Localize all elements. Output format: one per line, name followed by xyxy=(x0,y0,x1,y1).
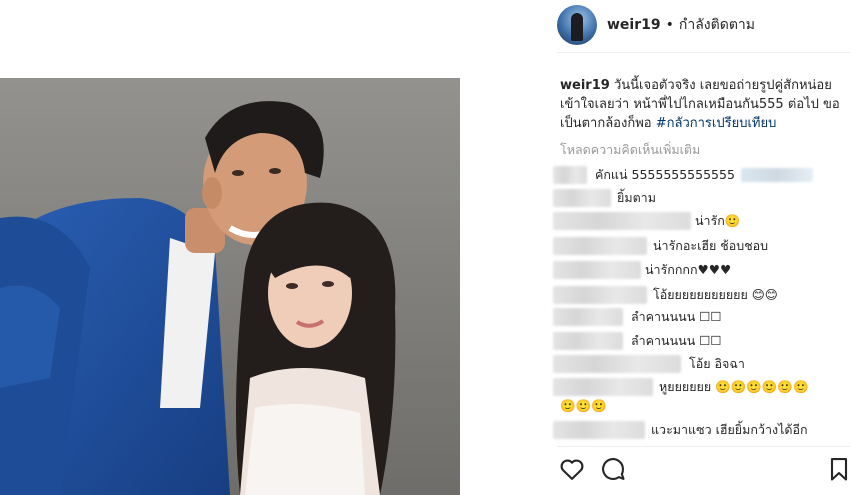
redacted-username xyxy=(553,237,647,255)
header-separator: • xyxy=(665,17,674,33)
comment-text: น่ารัก🙂 xyxy=(695,213,741,228)
comment-text: หูยยยยยย 🙂🙂🙂🙂🙂🙂 xyxy=(659,379,809,394)
comment-text: น่ารักอะเฮีย ช้อบชอบ xyxy=(653,238,769,253)
redacted-mention xyxy=(740,168,813,182)
comment-item: หูยยยยยย 🙂🙂🙂🙂🙂🙂 xyxy=(553,377,809,397)
comment-text: ลำคานนนน ☐☐ xyxy=(631,309,722,324)
comment-item: น่ารักกกก♥♥♥ xyxy=(553,260,731,280)
post-actions xyxy=(557,455,850,491)
comment-text: คักแน่ 5555555555555 xyxy=(595,167,735,182)
header-divider xyxy=(557,52,850,53)
comment-text: โอ้ยยยยยยยยยยย 😊😊 xyxy=(653,287,778,302)
redacted-username xyxy=(553,189,611,207)
comments-divider xyxy=(557,446,850,447)
speech-bubble-icon[interactable] xyxy=(599,455,627,483)
load-more-comments-link[interactable]: โหลดความคิดเห็นเพิ่มเติม xyxy=(560,140,700,160)
redacted-username xyxy=(553,286,647,304)
post-photo[interactable] xyxy=(0,78,460,495)
redacted-username xyxy=(553,355,681,373)
comment-text: ลำคานนนน ☐☐ xyxy=(631,333,722,348)
comment-text: โอ้ย อิจฉา xyxy=(689,356,745,371)
comment-item: ลำคานนนน ☐☐ xyxy=(553,307,722,327)
caption-hashtag[interactable]: #กลัวการเปรียบเทียบ xyxy=(656,116,777,131)
avatar[interactable] xyxy=(557,5,597,45)
comment-item: น่ารักอะเฮีย ช้อบชอบ xyxy=(553,236,768,256)
selfie-illustration xyxy=(0,78,460,495)
comment-item: คักแน่ 5555555555555 xyxy=(553,165,813,185)
comment-item: แวะมาแซว เฮียยิ้มกว้างได้อีก xyxy=(553,420,808,440)
redacted-username xyxy=(553,308,623,326)
comment-text: แวะมาแซว เฮียยิ้มกว้างได้อีก xyxy=(651,422,808,437)
heart-outline-icon[interactable] xyxy=(558,455,586,483)
comment-item: ลำคานนนน ☐☐ xyxy=(553,331,722,351)
bookmark-outline-icon[interactable] xyxy=(825,455,850,483)
comment-text: 🙂🙂🙂 xyxy=(560,398,607,413)
redacted-username xyxy=(553,212,691,230)
redacted-username xyxy=(553,378,653,396)
redacted-username xyxy=(553,261,641,279)
caption-username[interactable]: weir19 xyxy=(560,78,610,93)
comment-text: ยิ้มตาม xyxy=(617,190,656,205)
comment-text: น่ารักกกก♥♥♥ xyxy=(645,262,732,277)
post-header: weir19 • กำลังติดตาม xyxy=(557,0,850,50)
header-username[interactable]: weir19 xyxy=(607,17,661,33)
comment-item: 🙂🙂🙂 xyxy=(560,396,607,416)
comment-item: ยิ้มตาม xyxy=(553,188,656,208)
comment-item: โอ้ย อิจฉา xyxy=(553,354,745,374)
redacted-username xyxy=(553,421,645,439)
redacted-username xyxy=(553,166,587,184)
redacted-username xyxy=(553,332,623,350)
post-caption: weir19 วันนี้เจอตัวจริง เลยขอถ่ายรูปคู่ส… xyxy=(560,76,845,133)
following-button[interactable]: กำลังติดตาม xyxy=(679,14,755,36)
comment-item: โอ้ยยยยยยยยยยย 😊😊 xyxy=(553,285,778,305)
comment-item: น่ารัก🙂 xyxy=(553,211,740,231)
